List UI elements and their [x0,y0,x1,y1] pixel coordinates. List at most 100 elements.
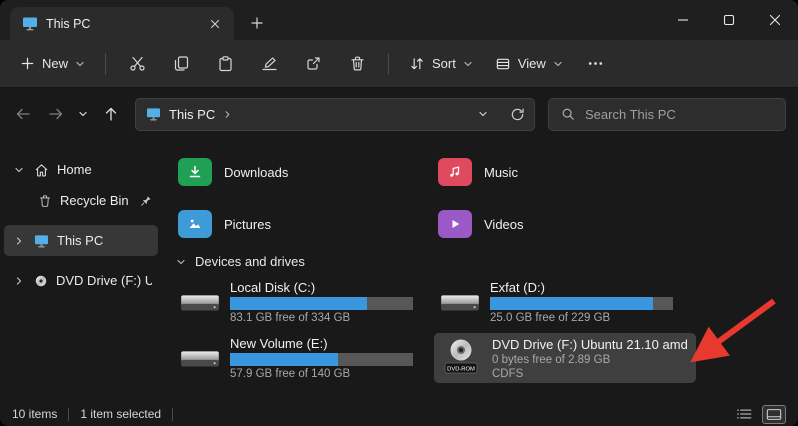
refresh-button[interactable] [504,101,530,127]
search-icon [561,107,575,121]
music-folder-icon [438,158,472,186]
folder-name: Pictures [224,216,271,232]
address-bar[interactable]: This PC [135,97,535,131]
folder-downloads[interactable]: Downloads [174,152,354,192]
cut-button[interactable] [116,47,158,81]
tab-close-icon[interactable] [204,13,226,35]
chevron-down-icon [176,257,186,267]
drive-free-space: 25.0 GB free of 229 GB [490,312,611,324]
folder-music[interactable]: Music [434,152,614,192]
breadcrumb-chevron-icon[interactable] [223,110,232,119]
drive-name: Exfat (D:) [490,280,545,295]
status-selection-count: 1 item selected [80,407,162,421]
drive-exfat-d[interactable]: Exfat (D:) 25.0 GB free of 229 GB [434,277,681,327]
dvd-rom-badge: DVD-ROM [447,366,475,372]
drive-usage-bar [230,297,413,310]
minimize-button[interactable] [660,0,706,40]
videos-folder-icon [438,210,472,238]
view-button[interactable]: View [485,49,573,79]
maximize-button[interactable] [706,0,752,40]
recent-locations-button[interactable] [72,98,94,131]
more-options-button[interactable] [575,47,617,81]
drive-usage-bar [490,297,673,310]
search-box[interactable]: Search This PC [548,97,786,131]
close-button[interactable] [752,0,798,40]
plus-icon [20,56,35,71]
back-button[interactable] [6,98,39,131]
paste-button[interactable] [204,47,246,81]
chevron-right-icon[interactable] [14,236,26,246]
toolbar-divider [105,52,107,75]
drive-usage-fill [230,297,368,310]
chevron-right-icon[interactable] [14,276,26,286]
folder-videos[interactable]: Videos [434,204,614,244]
sort-icon [409,56,425,72]
folder-name: Videos [484,216,524,232]
drive-name: Local Disk (C:) [230,280,316,295]
folder-name: Music [484,164,518,180]
new-button[interactable]: New [10,49,95,78]
this-pc-icon [34,234,49,248]
copy-button[interactable] [160,47,202,81]
sort-button-label: Sort [432,56,456,71]
share-button[interactable] [292,47,334,81]
section-label: Devices and drives [195,254,305,269]
status-view-toggles [732,404,786,424]
window-controls [660,0,798,40]
explorer-body: Home Recycle Bin This PC DVD Drive (F:) … [0,140,798,402]
sidebar-item-dvd-drive[interactable]: DVD Drive (F:) Ubun [4,265,158,296]
navigation-pane: Home Recycle Bin This PC DVD Drive (F:) … [0,140,162,402]
details-view-button[interactable] [732,405,756,424]
section-devices-and-drives[interactable]: Devices and drives [176,254,798,269]
address-dropdown-button[interactable] [470,101,496,127]
tab-this-pc[interactable]: This PC [10,7,234,40]
large-icons-view-button[interactable] [762,404,786,424]
new-tab-button[interactable] [242,8,272,38]
status-item-count: 10 items [12,407,58,421]
delete-button[interactable] [336,47,378,81]
new-button-label: New [42,56,69,71]
titlebar: This PC [0,0,798,40]
this-pc-icon [22,16,38,31]
sidebar-item-this-pc[interactable]: This PC [4,225,158,256]
items-view: Downloads Music Pictures Videos Devices … [162,140,798,402]
downloads-folder-icon [178,158,212,186]
up-button[interactable] [94,98,127,131]
status-bar: 10 items 1 item selected [0,402,798,426]
hard-drive-icon [178,286,222,318]
drive-free-space: 57.9 GB free of 140 GB [230,368,351,380]
hard-drive-icon [438,286,482,318]
sort-button[interactable]: Sort [399,49,483,79]
drive-usage-fill [230,353,338,366]
drive-free-space: 83.1 GB free of 334 GB [230,312,351,324]
rename-button[interactable] [248,47,290,81]
view-button-label: View [517,56,546,71]
file-explorer-window: This PC New Sort View This PC Search Thi… [0,0,798,426]
address-row: This PC Search This PC [0,88,798,140]
chevron-down-icon [553,59,563,69]
drives-grid: Local Disk (C:) 83.1 GB free of 334 GB E… [174,277,798,383]
search-placeholder: Search This PC [585,106,676,122]
pictures-folder-icon [178,210,212,238]
sidebar-item-label: DVD Drive (F:) Ubun [56,273,152,288]
sidebar-item-recycle-bin[interactable]: Recycle Bin [4,185,158,216]
chevron-down-icon [75,59,85,69]
sidebar-item-label: This PC [57,233,104,248]
drive-local-disk-c[interactable]: Local Disk (C:) 83.1 GB free of 334 GB [174,277,421,327]
drive-filesystem: CDFS [492,367,524,380]
folder-pictures[interactable]: Pictures [174,204,354,244]
chevron-down-icon[interactable] [14,165,26,175]
drive-free-space: 0 bytes free of 2.89 GB [492,353,611,366]
sidebar-item-home[interactable]: Home [4,154,158,185]
this-pc-icon [146,107,161,121]
dvd-disc-icon [34,274,48,288]
view-icon [495,56,511,72]
drive-dvd-f-selected[interactable]: DVD-ROM DVD Drive (F:) Ubuntu 21.10 amd … [434,333,696,383]
tab-title: This PC [46,16,91,31]
sidebar-item-label: Home [57,162,92,177]
forward-button[interactable] [39,98,72,131]
drive-new-volume-e[interactable]: New Volume (E:) 57.9 GB free of 140 GB [174,333,421,383]
drive-usage-fill [490,297,653,310]
folders-grid: Downloads Music Pictures Videos [174,152,798,244]
breadcrumb[interactable]: This PC [169,107,215,122]
